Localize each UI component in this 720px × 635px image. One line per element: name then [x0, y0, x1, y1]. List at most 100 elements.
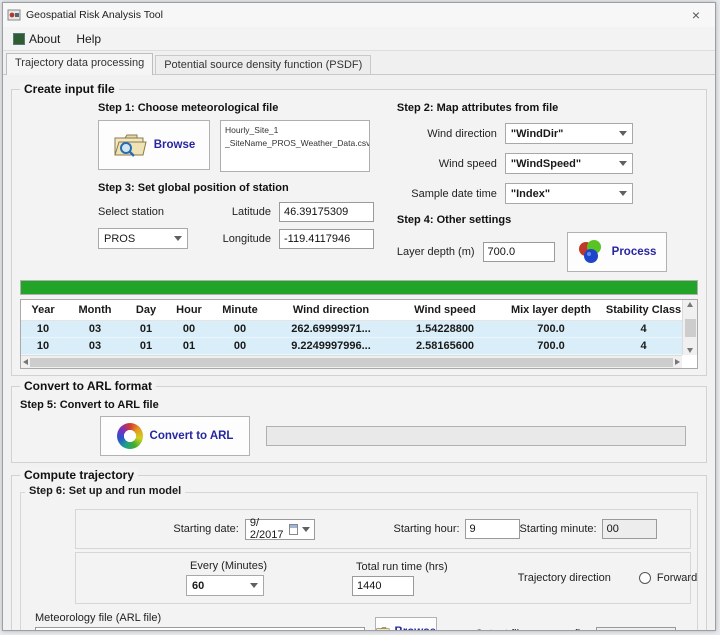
cell: 4 — [605, 320, 682, 337]
wind-speed-select[interactable]: "WindSpeed" — [505, 153, 633, 174]
station-select[interactable]: PROS — [98, 228, 188, 249]
cell: 10 — [21, 337, 65, 354]
col-month[interactable]: Month — [65, 300, 125, 320]
latitude-label: Latitude — [213, 206, 271, 218]
col-minute[interactable]: Minute — [211, 300, 269, 320]
menu-about-label: About — [29, 32, 60, 46]
cell: 01 — [125, 337, 167, 354]
browse-met-file-button[interactable]: Browse — [98, 120, 210, 170]
menu-bar: About Help — [3, 27, 715, 51]
cell: 01 — [125, 320, 167, 337]
grid-vertical-scrollbar[interactable] — [682, 300, 697, 355]
total-run-time-label: Total run time (hrs) — [352, 561, 448, 573]
convert-to-arl-button[interactable]: Convert to ARL — [100, 416, 250, 456]
process-spheres-icon — [577, 239, 605, 265]
every-minutes-label: Every (Minutes) — [186, 560, 267, 572]
longitude-label: Longitude — [213, 233, 271, 245]
table-row[interactable]: 10 03 01 00 00 262.69999971... 1.5422880… — [21, 320, 682, 337]
tab-page: Create input file Step 1: Choose meteoro… — [3, 74, 715, 630]
scroll-right-icon[interactable] — [675, 359, 680, 365]
close-button[interactable]: × — [681, 4, 711, 26]
step5-title: Step 5: Convert to ARL file — [20, 399, 698, 411]
cell: 2.58165600 — [393, 337, 497, 354]
cell: 10 — [21, 320, 65, 337]
trajectory-direction-label: Trajectory direction — [518, 572, 611, 584]
tab-psdf[interactable]: Potential source density function (PSDF) — [155, 55, 371, 74]
scroll-up-icon[interactable] — [687, 302, 693, 307]
run-settings-panel: Every (Minutes) 60 Total run time (hrs) … — [75, 552, 691, 604]
tab-strip: Trajectory data processing Potential sou… — [3, 51, 715, 74]
every-minutes-select[interactable]: 60 — [186, 575, 264, 596]
sample-date-time-select[interactable]: "Index" — [505, 183, 633, 204]
total-run-time-field[interactable] — [352, 576, 414, 596]
scroll-left-icon[interactable] — [23, 359, 28, 365]
col-hour[interactable]: Hour — [167, 300, 211, 320]
forward-radio[interactable]: Forward — [639, 572, 697, 584]
convert-group-title: Convert to ARL format — [20, 379, 156, 393]
starting-date-picker[interactable]: 9/ 2/2017 — [245, 519, 316, 540]
step6-title: Step 6: Set up and run model — [25, 485, 185, 497]
starting-date-value: 9/ 2/2017 — [250, 517, 286, 541]
menu-help[interactable]: Help — [72, 30, 109, 48]
step6-group: Step 6: Set up and run model Starting da… — [20, 492, 698, 630]
wind-direction-select[interactable]: "WindDir" — [505, 123, 633, 144]
app-window: Geospatial Risk Analysis Tool × About He… — [2, 2, 716, 631]
radio-unchecked-icon — [639, 572, 651, 584]
table-row[interactable]: 10 03 01 01 00 9.2249997996... 2.5816560… — [21, 337, 682, 354]
sample-date-time-label: Sample date time — [397, 188, 497, 200]
step4-title: Step 4: Other settings — [397, 214, 698, 226]
cell: 262.69999971... — [269, 320, 393, 337]
vertical-scroll-thumb[interactable] — [685, 319, 696, 337]
cell: 00 — [211, 337, 269, 354]
station-value: PROS — [104, 233, 135, 245]
chevron-down-icon — [174, 236, 182, 241]
create-input-file-group: Create input file Step 1: Choose meteoro… — [11, 89, 707, 376]
chevron-down-icon — [302, 527, 310, 532]
col-year[interactable]: Year — [21, 300, 65, 320]
cell: 00 — [211, 320, 269, 337]
met-file-field[interactable] — [35, 627, 365, 630]
latitude-field[interactable] — [279, 202, 374, 222]
horizontal-scroll-thumb[interactable] — [30, 358, 673, 367]
col-day[interactable]: Day — [125, 300, 167, 320]
browse-arl-file-button[interactable]: Browse — [375, 617, 437, 630]
longitude-field[interactable] — [279, 229, 374, 249]
cell: 4 — [605, 337, 682, 354]
starting-minute-label: Starting minute: — [520, 523, 597, 535]
chevron-down-icon — [250, 583, 258, 588]
chevron-down-icon — [619, 191, 627, 196]
step3-title: Step 3: Set global position of station — [98, 182, 393, 194]
grid-horizontal-scrollbar[interactable] — [21, 355, 682, 368]
menu-about[interactable]: About — [9, 30, 68, 48]
folder-arrow-icon — [376, 623, 390, 630]
col-mix-layer-depth[interactable]: Mix layer depth — [497, 300, 605, 320]
color-ring-icon — [117, 423, 143, 449]
wind-direction-label: Wind direction — [397, 128, 497, 140]
process-button[interactable]: Process — [567, 232, 667, 272]
every-minutes-value: 60 — [192, 580, 204, 592]
calendar-icon — [289, 524, 298, 535]
file-name-line2: _SiteName_PROS_Weather_Data.csv — [225, 137, 365, 150]
about-icon — [13, 33, 25, 45]
chevron-down-icon — [619, 161, 627, 166]
create-input-right-column: Step 2: Map attributes from file Wind di… — [393, 102, 698, 272]
output-prefix-field[interactable] — [596, 627, 676, 630]
weather-data-grid: Year Month Day Hour Minute Wind directio… — [20, 299, 698, 369]
col-stability-class[interactable]: Stability Class — [605, 300, 682, 320]
col-wind-direction[interactable]: Wind direction — [269, 300, 393, 320]
process-label: Process — [612, 246, 657, 258]
processing-progress-fill — [21, 281, 697, 294]
start-time-panel: Starting date: 9/ 2/2017 Starting hour: … — [75, 509, 691, 549]
cell: 700.0 — [497, 337, 605, 354]
layer-depth-field[interactable] — [483, 242, 555, 262]
cell: 700.0 — [497, 320, 605, 337]
processing-progress-bar — [20, 280, 698, 295]
compute-trajectory-group: Compute trajectory Step 6: Set up and ru… — [11, 475, 707, 630]
starting-hour-field[interactable] — [465, 519, 520, 539]
selected-met-file-name: Hourly_Site_1 _SiteName_PROS_Weather_Dat… — [220, 120, 370, 172]
scroll-down-icon[interactable] — [687, 348, 693, 353]
col-wind-speed[interactable]: Wind speed — [393, 300, 497, 320]
tab-trajectory-data-processing[interactable]: Trajectory data processing — [6, 53, 153, 75]
folder-search-icon — [113, 131, 147, 159]
starting-date-label: Starting date: — [173, 523, 238, 535]
